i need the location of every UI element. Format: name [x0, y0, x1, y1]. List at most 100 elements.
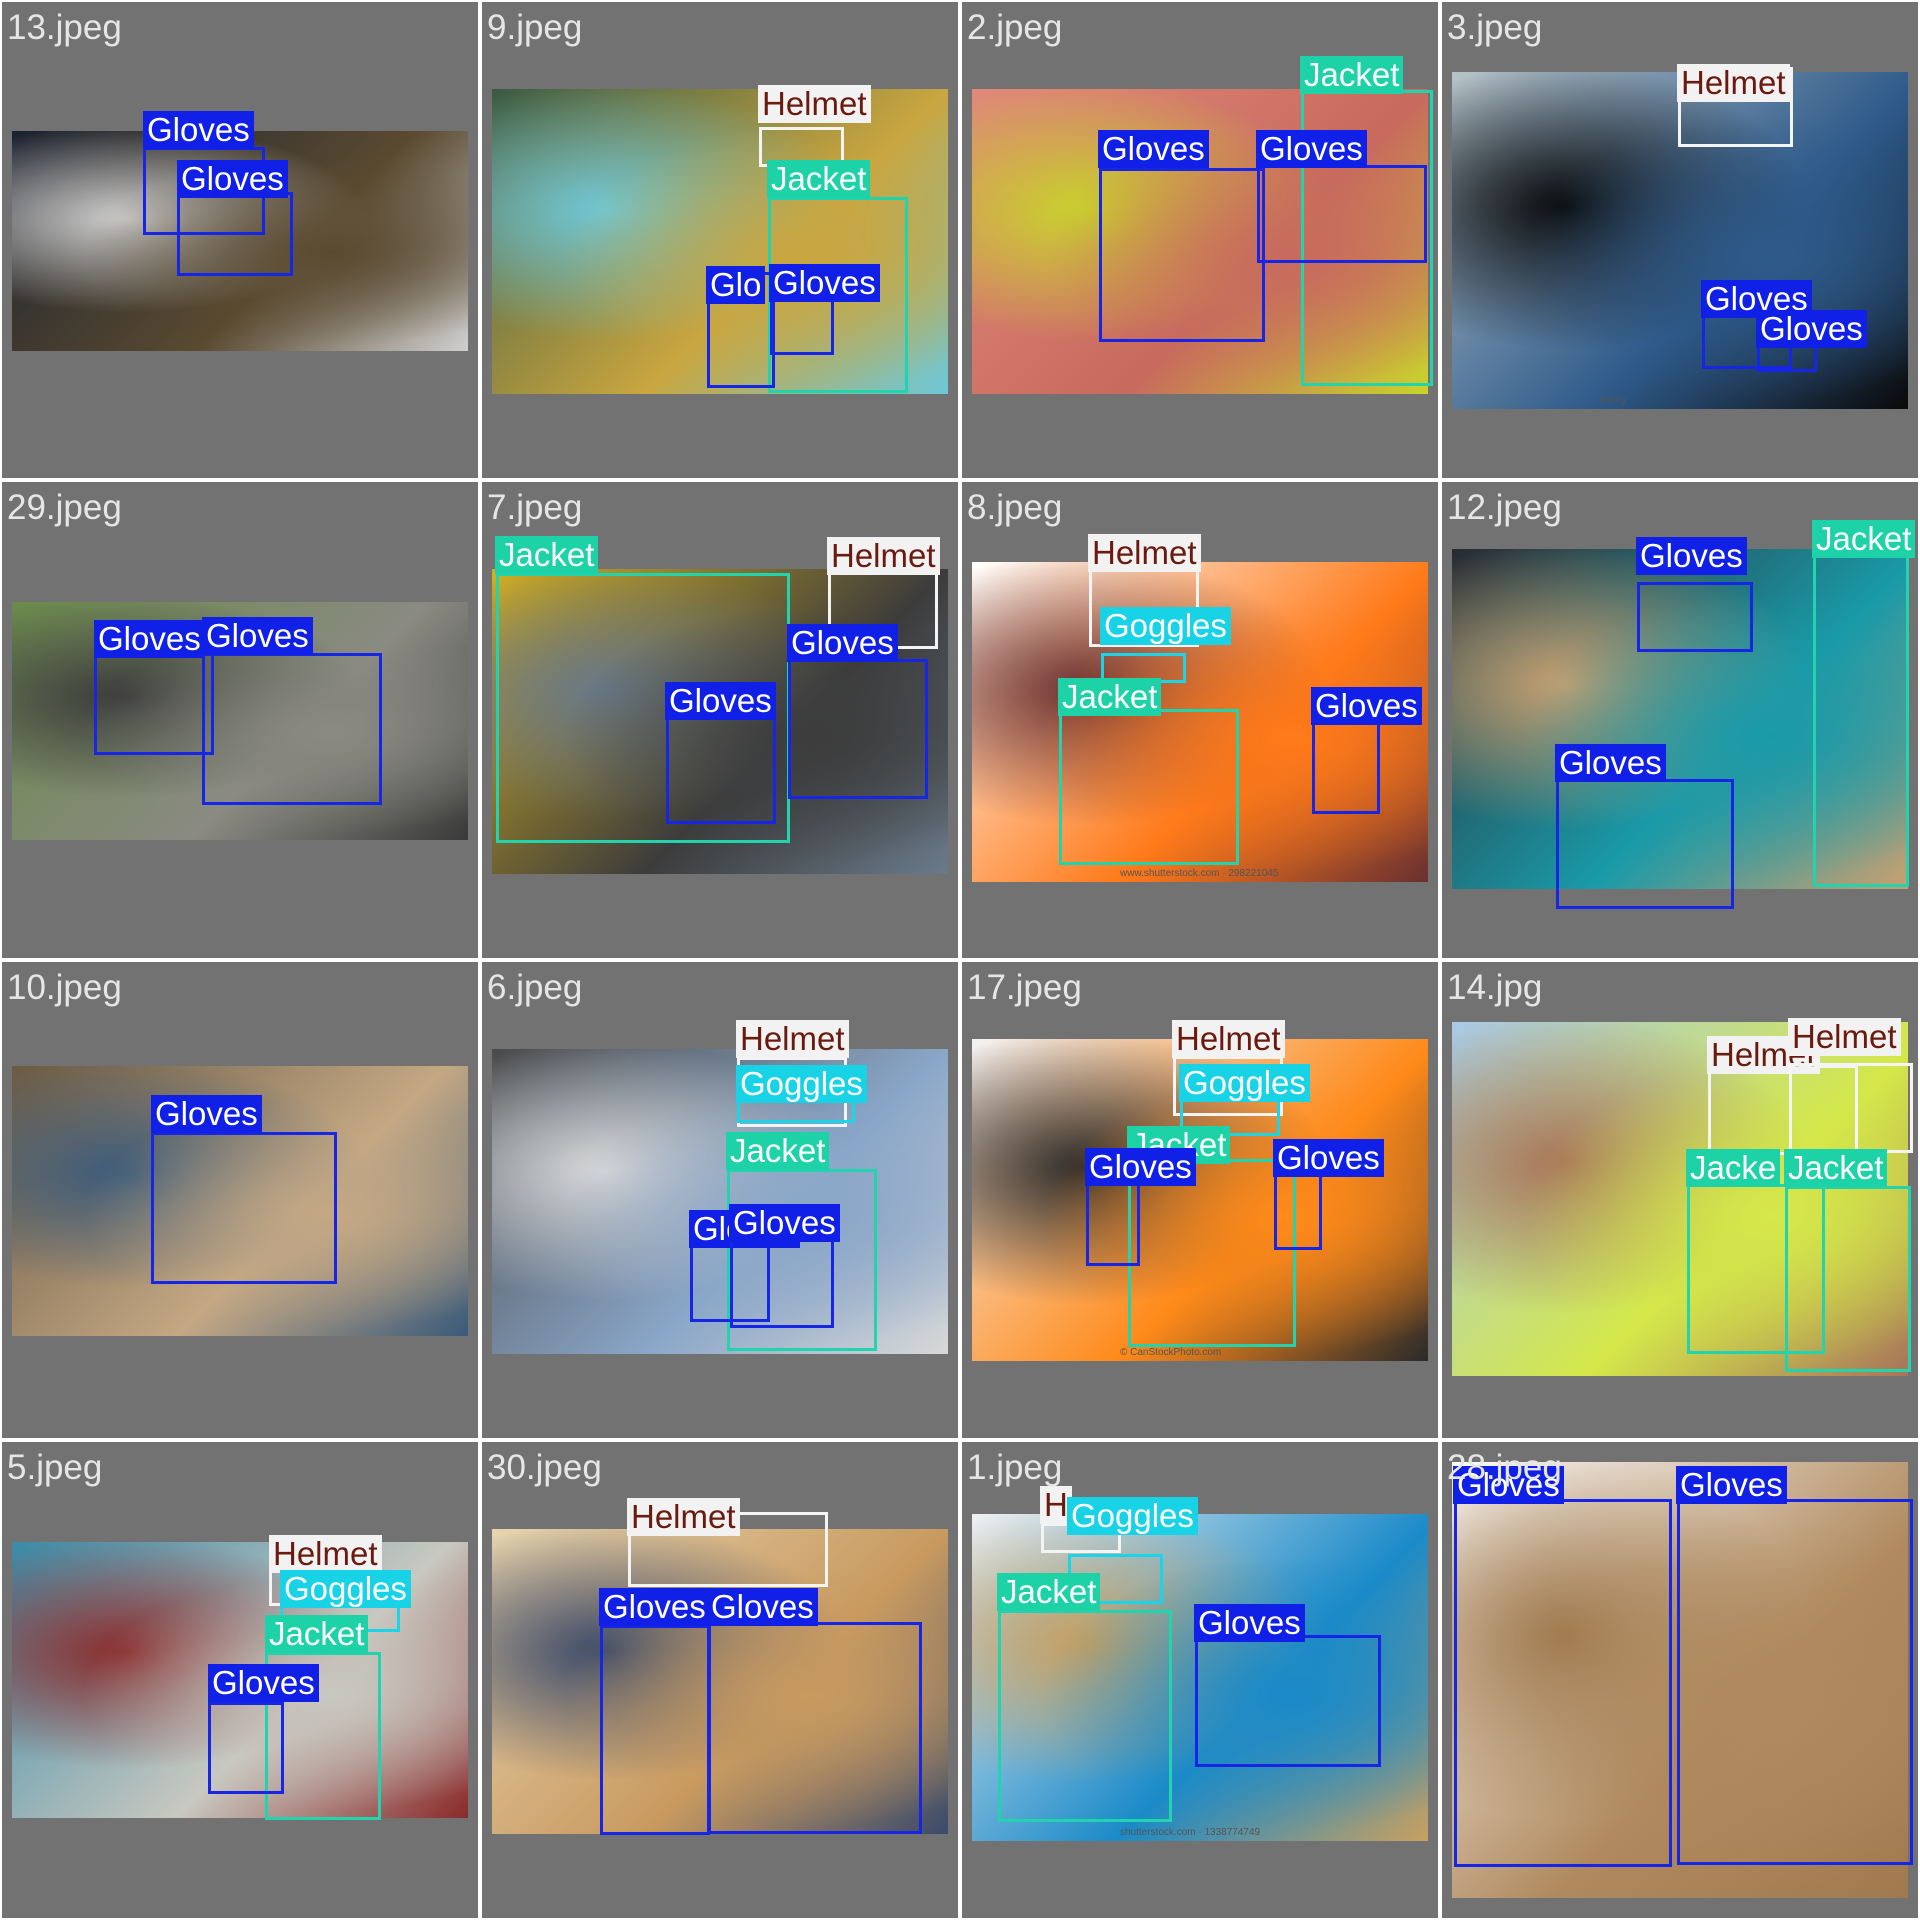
gloves-label: Gloves — [729, 1204, 840, 1242]
jacket-label: Jacke — [1686, 1149, 1781, 1187]
gloves-label: Gloves — [707, 1588, 818, 1626]
photo-watermark: alamy — [1600, 395, 1627, 406]
detection-mosaic: Gloves Gloves 13.jpeg Helmet Jacket Glo Gloves… — [0, 0, 1920, 1920]
goggles-label: Goggles — [1067, 1497, 1198, 1535]
gloves-label: Gloves — [177, 160, 288, 198]
tile-filename: 12.jpeg — [1447, 488, 1562, 527]
tile-filename: 3.jpeg — [1447, 8, 1543, 47]
goggles-label: Goggles — [736, 1065, 867, 1103]
goggles-label: Goggles — [1100, 607, 1231, 645]
gloves-bounding-box — [600, 1625, 710, 1835]
tile-5-jpeg: Helmet Goggles Jacket Gloves 5.jpeg — [2, 1442, 478, 1918]
helmet-label: Helmet — [269, 1535, 382, 1573]
gloves-label: Gloves — [1676, 1466, 1787, 1504]
gloves-bounding-box — [1099, 168, 1265, 342]
helmet-label: Helmet — [627, 1498, 740, 1536]
tile-filename: 2.jpeg — [967, 8, 1063, 47]
tile-28-jpeg: Gloves Gloves 28.jpeg — [1442, 1442, 1918, 1918]
gloves-bounding-box — [1312, 722, 1380, 814]
gloves-label: Gloves — [1555, 744, 1666, 782]
tile-filename: 9.jpeg — [487, 8, 583, 47]
tile-filename: 30.jpeg — [487, 1448, 602, 1487]
gloves-bounding-box — [208, 1702, 284, 1794]
tile-filename: 8.jpeg — [967, 488, 1063, 527]
tile-filename: 14.jpg — [1447, 968, 1543, 1007]
tile-2-jpeg: Jacket Gloves Gloves 2.jpeg — [962, 2, 1438, 478]
tile-3-jpeg: alamy Helmet Gloves Gloves 3.jpeg — [1442, 2, 1918, 478]
gloves-bounding-box — [708, 1622, 922, 1834]
jacket-bounding-box — [998, 1610, 1172, 1822]
tile-10-jpeg: Gloves 10.jpeg — [2, 962, 478, 1438]
photo-watermark: © CanStockPhoto.com — [1120, 1347, 1222, 1358]
jacket-label: Jacket — [1812, 520, 1916, 558]
helmet-bounding-box — [1789, 1063, 1913, 1153]
tile-12-jpeg: Gloves Jacket Gloves 12.jpeg — [1442, 482, 1918, 958]
helmet-label: Helmet — [1677, 64, 1790, 102]
gloves-label: Gloves — [1756, 310, 1867, 348]
gloves-label: Gloves — [1311, 687, 1422, 725]
tile-filename: 1.jpeg — [967, 1448, 1063, 1487]
jacket-bounding-box — [1813, 552, 1909, 887]
gloves-bounding-box — [770, 297, 834, 355]
gloves-label: Gloves — [94, 620, 205, 658]
gloves-bounding-box — [1454, 1499, 1672, 1867]
jacket-bounding-box — [1785, 1186, 1911, 1372]
gloves-label: Gloves — [143, 111, 254, 149]
gloves-bounding-box — [151, 1132, 337, 1284]
jacket-label: Jacket — [1300, 56, 1404, 94]
helmet-label: Helmet — [758, 85, 871, 123]
gloves-label: Gloves — [1085, 1148, 1196, 1186]
gloves-label: Glo — [706, 266, 766, 304]
gloves-label: Gloves — [599, 1588, 710, 1626]
gloves-bounding-box — [1195, 1635, 1381, 1767]
gloves-bounding-box — [1637, 582, 1753, 652]
jacket-label: Jacket — [495, 536, 599, 574]
tile-6-jpeg: HelmetGogglesJacketGlovesGloves6.jpeg — [482, 962, 958, 1438]
gloves-label: Gloves — [151, 1095, 262, 1133]
tile-1-jpeg: shutterstock.com · 1338774749 H Goggles Jac… — [962, 1442, 1438, 1918]
jacket-label: Jacket — [1784, 1149, 1888, 1187]
gloves-label: Gloves — [1194, 1604, 1305, 1642]
tile-filename: 6.jpeg — [487, 968, 583, 1007]
helmet-label: Helmet — [1088, 534, 1201, 572]
tile-29-jpeg: Gloves Gloves 29.jpeg — [2, 482, 478, 958]
gloves-label: Gloves — [1636, 537, 1747, 575]
tile-filename: 29.jpeg — [7, 488, 122, 527]
helmet-label: Helmet — [736, 1020, 849, 1058]
tile-filename: 13.jpeg — [7, 8, 122, 47]
helmet-label: Helmet — [827, 537, 940, 575]
helmet-label: Helmet — [1172, 1020, 1285, 1058]
gloves-label: Gloves — [665, 682, 776, 720]
gloves-label: Gloves — [769, 264, 880, 302]
jacket-bounding-box — [1059, 709, 1239, 865]
tile-filename: 7.jpeg — [487, 488, 583, 527]
tile-9-jpeg: Helmet Jacket Glo Gloves 9.jpeg — [482, 2, 958, 478]
gloves-label: Gloves — [208, 1664, 319, 1702]
tile-filename: 28.jpeg — [1447, 1448, 1562, 1487]
gloves-label: Gloves — [787, 624, 898, 662]
gloves-bounding-box — [1257, 165, 1427, 263]
gloves-bounding-box — [666, 716, 776, 824]
jacket-bounding-box — [1128, 1159, 1296, 1347]
jacket-label: Jacket — [997, 1573, 1101, 1611]
tile-30-jpeg: Helmet Gloves Gloves 30.jpeg — [482, 1442, 958, 1918]
gloves-label: Gloves — [1256, 130, 1367, 168]
gloves-bounding-box — [1677, 1499, 1913, 1865]
jacket-label: Jacket — [726, 1132, 830, 1170]
jacket-label: Jacket — [1058, 678, 1162, 716]
tile-filename: 17.jpeg — [967, 968, 1082, 1007]
photo-watermark: www.shutterstock.com · 298221045 — [1120, 868, 1279, 879]
gloves-bounding-box — [202, 653, 382, 805]
tile-13-jpeg: Gloves Gloves 13.jpeg — [2, 2, 478, 478]
tile-filename: 5.jpeg — [7, 1448, 103, 1487]
jacket-label: Jacket — [767, 160, 871, 198]
gloves-bounding-box — [788, 659, 928, 799]
jacket-label: Jacket — [265, 1615, 369, 1653]
gloves-label: Gloves — [1273, 1139, 1384, 1177]
tile-14-jpg: Helmet Helmet Jacke Jacket 14.jpg — [1442, 962, 1918, 1438]
gloves-label: Gloves — [1098, 130, 1209, 168]
gloves-label: Gloves — [202, 617, 313, 655]
tile-8-jpeg: www.shutterstock.com · 298221045 Helmet Go… — [962, 482, 1438, 958]
tile-filename: 10.jpeg — [7, 968, 122, 1007]
helmet-label: Helmet — [1788, 1018, 1901, 1056]
